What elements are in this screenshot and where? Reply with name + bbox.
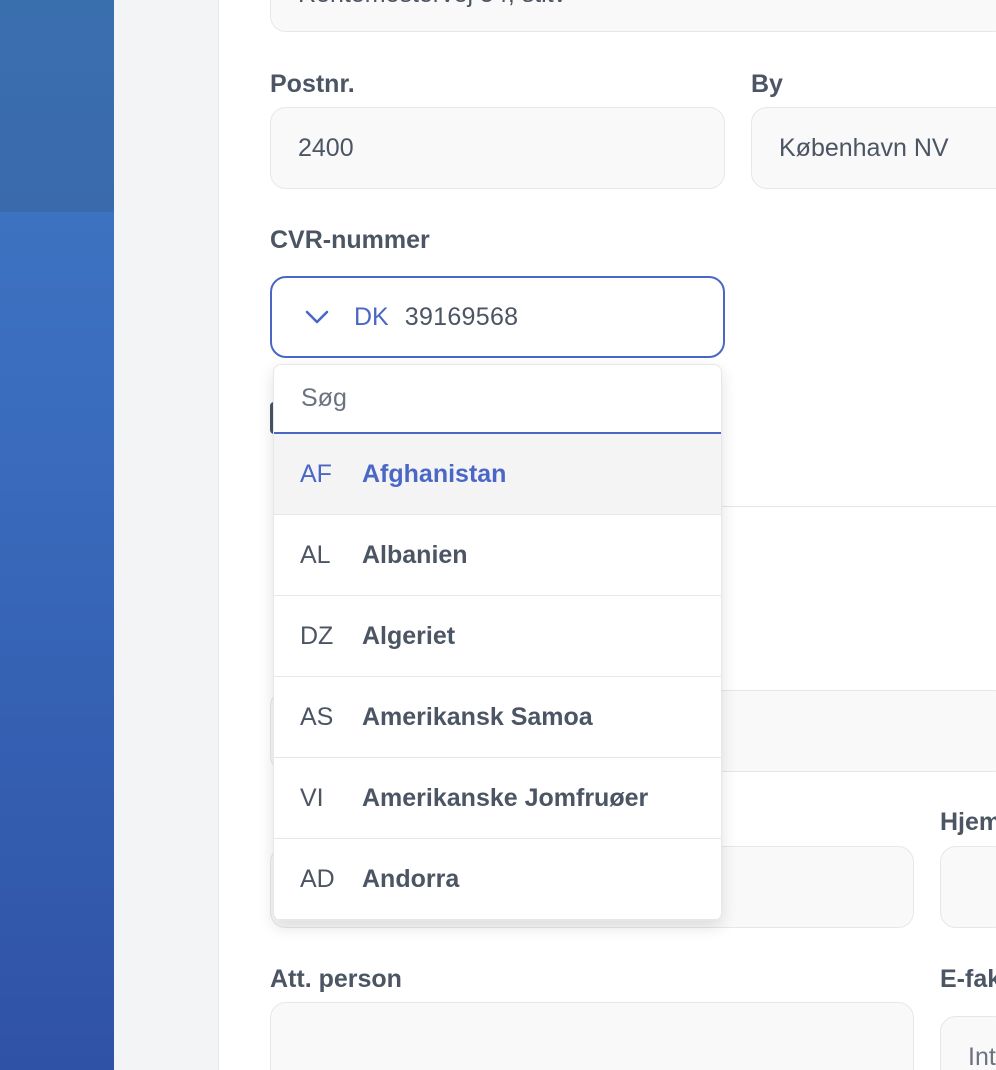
country-code: VI (300, 783, 324, 812)
hjem-input[interactable] (940, 846, 996, 928)
postnr-input[interactable]: 2400 (270, 107, 725, 189)
country-name: Amerikanske Jomfruøer (362, 783, 649, 812)
country-option[interactable]: AL Albanien (274, 515, 721, 596)
cvr-label: CVR-nummer (270, 226, 430, 254)
cvr-country-code[interactable]: DK (354, 303, 389, 332)
country-name: Andorra (362, 864, 460, 893)
country-code: AF (300, 459, 332, 488)
country-code: AD (300, 864, 335, 893)
country-dropdown: AF Afghanistan AL Albanien DZ Algeriet A… (273, 364, 722, 921)
section-divider (722, 506, 996, 507)
app-sidebar (0, 0, 114, 1070)
country-code: AS (300, 702, 334, 731)
country-option[interactable]: AF Afghanistan (274, 434, 721, 515)
hjem-label: Hjem (940, 808, 996, 836)
by-value: København NV (779, 133, 949, 162)
postnr-value: 2400 (298, 133, 354, 162)
country-option[interactable]: AD Andorra (274, 839, 721, 920)
country-name: Amerikansk Samoa (362, 702, 593, 731)
att-person-label: Att. person (270, 965, 402, 993)
address-value: Rentemestervej 54, stitv (298, 0, 566, 9)
postnr-label: Postnr. (270, 70, 355, 98)
address-input[interactable]: Rentemestervej 54, stitv (270, 0, 996, 32)
efaktura-label: E-fak (940, 965, 996, 993)
country-option[interactable]: VI Amerikanske Jomfruøer (274, 758, 721, 839)
cvr-number-value: 39169568 (404, 302, 519, 331)
sidebar-active-section[interactable] (0, 0, 114, 212)
country-option[interactable]: AS Amerikansk Samoa (274, 677, 721, 758)
efaktura-input[interactable]: Int (940, 1016, 996, 1070)
country-search (274, 365, 721, 434)
att-person-input[interactable] (270, 1002, 914, 1070)
country-name: Albanien (362, 540, 468, 569)
country-search-input[interactable] (301, 384, 681, 413)
country-code: AL (300, 540, 331, 569)
country-name: Afghanistan (362, 459, 507, 488)
by-label: By (751, 70, 783, 98)
cvr-input[interactable]: DK 39169568 (270, 276, 725, 358)
efaktura-value: Int (968, 1042, 996, 1070)
by-input[interactable]: København NV (751, 107, 996, 189)
country-code: DZ (300, 621, 334, 650)
country-name: Algeriet (362, 621, 456, 650)
country-option[interactable]: DZ Algeriet (274, 596, 721, 677)
chevron-down-icon[interactable] (304, 308, 332, 326)
page-background (114, 0, 218, 1070)
